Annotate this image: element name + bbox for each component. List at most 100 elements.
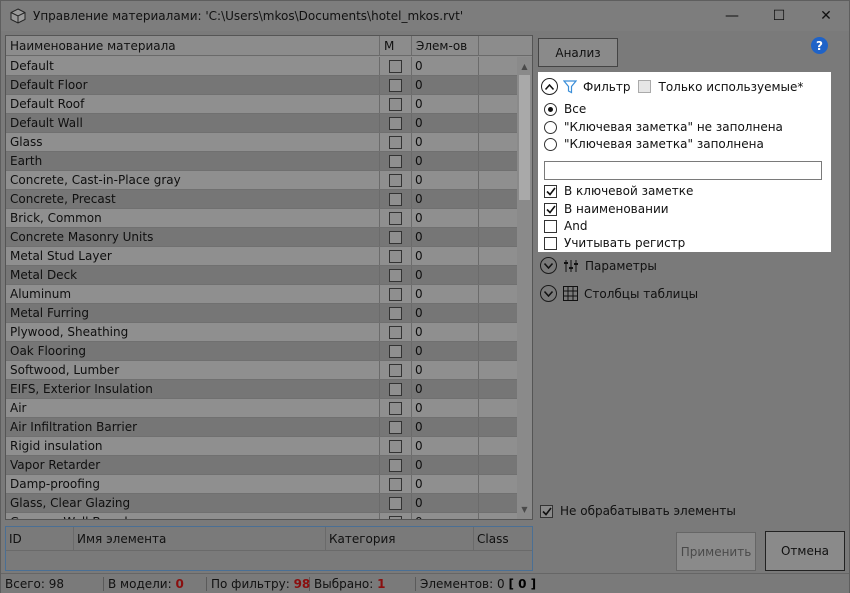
radio-all[interactable] — [544, 102, 557, 116]
m-checkbox[interactable] — [389, 382, 402, 396]
close-button[interactable]: ✕ — [803, 1, 849, 31]
column-header-elements-count[interactable]: Элем-ов — [412, 36, 479, 56]
checkbox-row-and[interactable]: And — [544, 219, 587, 233]
m-checkbox[interactable] — [389, 192, 402, 206]
table-row[interactable]: Aluminum 0 — [6, 285, 518, 304]
table-row[interactable]: Metal Stud Layer 0 — [6, 247, 518, 266]
checkbox-row-in-keynote[interactable]: В ключевой заметке — [544, 184, 693, 198]
radio-keynote-filled[interactable] — [544, 137, 557, 151]
m-checkbox[interactable] — [389, 477, 402, 491]
table-row[interactable]: Gypsum Wall Board 0 — [6, 513, 518, 519]
radio-row-keynote-empty[interactable]: "Ключевая заметка" не заполнена — [544, 120, 783, 134]
materials-grid[interactable]: Наименование материала M Элем-ов Default… — [5, 35, 533, 520]
table-row[interactable]: Air 0 — [6, 399, 518, 418]
minimize-button[interactable]: — — [709, 1, 755, 31]
elements-grid[interactable]: ID Имя элемента Категория Class — [5, 526, 533, 571]
match-case-checkbox[interactable] — [544, 236, 557, 250]
elements-count-cell: 0 — [412, 247, 479, 265]
table-row[interactable]: EIFS, Exterior Insulation 0 — [6, 380, 518, 399]
column-header-class[interactable]: Class — [474, 527, 532, 550]
column-header-category[interactable]: Категория — [326, 527, 474, 550]
m-checkbox[interactable] — [389, 287, 402, 301]
table-row[interactable]: Default Roof 0 — [6, 95, 518, 114]
parameters-expand-button[interactable] — [540, 257, 557, 274]
apply-button[interactable]: Применить — [676, 532, 756, 571]
column-header-element-name[interactable]: Имя элемента — [74, 527, 326, 550]
m-checkbox[interactable] — [389, 515, 402, 519]
m-checkbox[interactable] — [389, 135, 402, 149]
scroll-up-arrow-icon[interactable]: ▲ — [517, 59, 532, 74]
checkbox-row-match-case[interactable]: Учитывать регистр — [544, 236, 685, 250]
materials-vertical-scrollbar[interactable]: ▲ ▼ — [517, 57, 532, 519]
radio-keynote-empty[interactable] — [544, 120, 557, 134]
analysis-button[interactable]: Анализ — [538, 38, 618, 67]
scroll-down-arrow-icon[interactable]: ▼ — [517, 502, 532, 517]
scroll-thumb[interactable] — [519, 75, 530, 200]
table-row[interactable]: Brick, Common 0 — [6, 209, 518, 228]
m-checkbox[interactable] — [389, 78, 402, 92]
m-checkbox[interactable] — [389, 173, 402, 187]
radio-row-all[interactable]: Все — [544, 102, 586, 116]
help-icon[interactable]: ? — [811, 37, 828, 54]
column-header-material-name[interactable]: Наименование материала — [6, 36, 380, 56]
m-checkbox[interactable] — [389, 401, 402, 415]
m-checkbox[interactable] — [389, 420, 402, 434]
m-checkbox[interactable] — [389, 458, 402, 472]
table-row[interactable]: Air Infiltration Barrier 0 — [6, 418, 518, 437]
m-checkbox[interactable] — [389, 97, 402, 111]
m-checkbox[interactable] — [389, 325, 402, 339]
table-row[interactable]: Concrete, Precast 0 — [6, 190, 518, 209]
checkbox-row-in-name[interactable]: В наименовании — [544, 202, 669, 216]
materials-grid-body: Default 0 Default Floor 0 Default Roof 0 Defau… — [6, 57, 518, 519]
m-checkbox[interactable] — [389, 496, 402, 510]
in-name-checkbox[interactable] — [544, 202, 557, 216]
table-row[interactable]: Metal Furring 0 — [6, 304, 518, 323]
table-row[interactable]: Plywood, Sheathing 0 — [6, 323, 518, 342]
table-row[interactable]: Metal Deck 0 — [6, 266, 518, 285]
parameters-section[interactable]: Параметры — [540, 257, 657, 274]
table-row[interactable]: Glass 0 — [6, 133, 518, 152]
table-columns-expand-button[interactable] — [540, 285, 557, 302]
in-keynote-checkbox[interactable] — [544, 184, 557, 198]
maximize-button[interactable]: ☐ — [756, 1, 802, 31]
table-row[interactable]: Concrete, Cast-in-Place gray 0 — [6, 171, 518, 190]
table-row[interactable]: Earth 0 — [6, 152, 518, 171]
column-header-m[interactable]: M — [380, 36, 412, 56]
table-row[interactable]: Concrete Masonry Units 0 — [6, 228, 518, 247]
table-row[interactable]: Softwood, Lumber 0 — [6, 361, 518, 380]
table-row[interactable]: Oak Flooring 0 — [6, 342, 518, 361]
filler-cell — [479, 76, 518, 94]
m-checkbox[interactable] — [389, 211, 402, 225]
table-columns-section[interactable]: Столбцы таблицы — [540, 285, 698, 302]
m-checkbox[interactable] — [389, 306, 402, 320]
table-row[interactable]: Default Wall 0 — [6, 114, 518, 133]
table-row[interactable]: Damp-proofing 0 — [6, 475, 518, 494]
m-cell — [380, 209, 412, 227]
table-row[interactable]: Rigid insulation 0 — [6, 437, 518, 456]
column-header-id[interactable]: ID — [6, 527, 74, 550]
m-checkbox[interactable] — [389, 344, 402, 358]
and-checkbox[interactable] — [544, 219, 557, 233]
table-row[interactable]: Vapor Retarder 0 — [6, 456, 518, 475]
parameters-label: Параметры — [585, 258, 657, 273]
m-checkbox[interactable] — [389, 363, 402, 377]
table-row[interactable]: Default 0 — [6, 57, 518, 76]
filter-collapse-button[interactable] — [541, 78, 558, 95]
m-checkbox[interactable] — [389, 439, 402, 453]
material-name-cell: Glass — [6, 133, 380, 151]
m-checkbox[interactable] — [389, 268, 402, 282]
m-checkbox[interactable] — [389, 59, 402, 73]
only-used-checkbox[interactable] — [638, 80, 652, 93]
m-cell — [380, 190, 412, 208]
skip-elements-row[interactable]: Не обрабатывать элементы — [540, 504, 736, 518]
table-row[interactable]: Default Floor 0 — [6, 76, 518, 95]
cancel-button[interactable]: Отмена — [765, 531, 845, 571]
m-checkbox[interactable] — [389, 154, 402, 168]
m-checkbox[interactable] — [389, 116, 402, 130]
filter-search-input[interactable] — [544, 161, 822, 180]
table-row[interactable]: Glass, Clear Glazing 0 — [6, 494, 518, 513]
radio-row-keynote-filled[interactable]: "Ключевая заметка" заполнена — [544, 137, 764, 151]
m-checkbox[interactable] — [389, 249, 402, 263]
m-checkbox[interactable] — [389, 230, 402, 244]
skip-elements-checkbox[interactable] — [540, 504, 553, 518]
